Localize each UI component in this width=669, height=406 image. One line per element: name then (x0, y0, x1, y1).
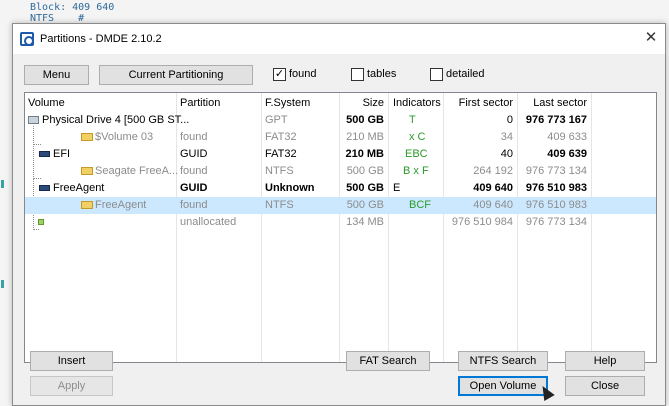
detailed-checkbox-box[interactable] (430, 68, 443, 81)
cell-last-sector: 976 773 167 (525, 114, 587, 126)
cell-last-sector: 976 510 983 (525, 199, 587, 211)
console-line: Block: 409 640 (30, 2, 115, 13)
cell-fsystem: Unknown (265, 182, 315, 194)
table-row[interactable]: $Volume 03 found FAT32 210 MB x C 34 409… (25, 129, 656, 146)
fat-search-button[interactable]: FAT Search (346, 351, 430, 371)
cell-last-sector: 976 510 983 (525, 182, 587, 194)
current-partitioning-button[interactable]: Current Partitioning (99, 65, 253, 85)
header-indicators[interactable]: Indicators (393, 97, 441, 109)
header-fsystem[interactable]: F.System (265, 97, 310, 109)
table-row[interactable]: Seagate FreeA... found NTFS 500 GB B x F… (25, 163, 656, 180)
found-volume-folder-icon (81, 201, 93, 209)
title-bar: Partitions - DMDE 2.10.2 ✕ (13, 24, 665, 54)
found-checkbox[interactable]: ✓ found (273, 68, 343, 82)
cell-first-sector: 976 510 984 (451, 216, 513, 228)
table-row[interactable]: unallocated 134 MB 976 510 984 976 773 1… (25, 214, 656, 231)
cell-partition: GUID (180, 148, 208, 160)
cell-size: 500 GB (346, 114, 384, 126)
close-window-button[interactable]: ✕ (641, 28, 661, 48)
cell-first-sector: 409 640 (473, 182, 513, 194)
cell-last-sector: 409 639 (547, 148, 587, 160)
cell-fsystem: NTFS (265, 199, 294, 211)
header-partition[interactable]: Partition (180, 97, 220, 109)
cell-indicators: x C (409, 131, 426, 143)
cell-volume: $Volume 03 (95, 131, 154, 143)
cell-size: 210 MB (345, 148, 384, 160)
header-size[interactable]: Size (339, 97, 384, 109)
cell-size: 210 MB (346, 131, 384, 143)
partitions-list[interactable]: Volume Partition F.System Size Indicator… (24, 92, 657, 363)
cell-first-sector: 40 (500, 148, 513, 160)
header-last-sector[interactable]: Last sector (517, 97, 587, 109)
cell-volume: Physical Drive 4 [500 GB ST... (42, 114, 190, 126)
cell-size: 500 GB (346, 165, 384, 177)
cell-volume: Seagate FreeA... (95, 165, 179, 177)
cell-fsystem: FAT32 (265, 131, 297, 143)
dmde-app-icon (20, 32, 34, 46)
cell-indicators: E (393, 182, 401, 194)
cell-indicators: T (409, 114, 416, 126)
apply-button[interactable]: Apply (30, 376, 113, 396)
cell-volume: FreeAgent (95, 199, 147, 211)
cell-first-sector: 409 640 (473, 199, 513, 211)
cell-fsystem: NTFS (265, 165, 294, 177)
cell-first-sector: 264 192 (473, 165, 513, 177)
cell-last-sector: 976 773 134 (525, 216, 587, 228)
help-button[interactable]: Help (565, 351, 645, 371)
cell-size: 500 GB (346, 182, 384, 194)
cell-indicators: BCF (409, 199, 431, 211)
cell-first-sector: 34 (500, 131, 513, 143)
detailed-checkbox-label: detailed (446, 68, 485, 80)
cell-size: 500 GB (346, 199, 384, 211)
table-row[interactable]: FreeAgent GUID Unknown 500 GB E 409 640 … (25, 180, 656, 197)
open-volume-button[interactable]: Open Volume (458, 376, 548, 396)
cell-volume: EFI (53, 148, 71, 160)
cell-last-sector: 976 773 134 (525, 165, 587, 177)
detailed-checkbox[interactable]: detailed (430, 68, 500, 82)
cell-indicators: B x F (403, 165, 429, 177)
table-row[interactable]: EFI GUID FAT32 210 MB EBC 40 409 639 (25, 146, 656, 163)
cell-size: 134 MB (346, 216, 384, 228)
close-button[interactable]: Close (565, 376, 645, 396)
header-first-sector[interactable]: First sector (443, 97, 513, 109)
tables-checkbox[interactable]: tables (351, 68, 411, 82)
unallocated-space-icon (38, 219, 44, 225)
table-row-selected[interactable]: FreeAgent found NTFS 500 GB BCF 409 640 … (25, 197, 656, 214)
found-volume-folder-icon (81, 133, 93, 141)
ntfs-search-button[interactable]: NTFS Search (458, 351, 548, 371)
found-checkbox-box[interactable]: ✓ (273, 68, 286, 81)
cell-last-sector: 409 633 (547, 131, 587, 143)
insert-button[interactable]: Insert (30, 351, 113, 371)
found-checkbox-label: found (289, 68, 317, 80)
cell-fsystem: FAT32 (265, 148, 297, 160)
tables-checkbox-box[interactable] (351, 68, 364, 81)
cell-fsystem: GPT (265, 114, 288, 126)
partitions-dialog: Partitions - DMDE 2.10.2 ✕ Menu Current … (12, 23, 666, 406)
partition-icon (39, 151, 50, 157)
physical-drive-icon (28, 116, 39, 124)
left-edge-marker (1, 180, 4, 188)
window-title: Partitions - DMDE 2.10.2 (40, 33, 162, 45)
cell-first-sector: 0 (506, 114, 513, 126)
tables-checkbox-label: tables (367, 68, 397, 80)
found-volume-folder-icon (81, 167, 93, 175)
cell-partition: GUID (180, 182, 208, 194)
header-volume[interactable]: Volume (28, 97, 65, 109)
cell-indicators: EBC (405, 148, 428, 160)
menu-button[interactable]: Menu (24, 65, 89, 85)
cell-volume: FreeAgent (53, 182, 105, 194)
partition-icon (39, 185, 50, 191)
cell-partition: found (180, 199, 208, 211)
cell-partition: found (180, 165, 208, 177)
table-row[interactable]: Physical Drive 4 [500 GB ST... GPT 500 G… (25, 112, 656, 129)
cell-partition: unallocated (180, 216, 237, 228)
cell-partition: found (180, 131, 208, 143)
left-edge-marker (1, 280, 4, 288)
